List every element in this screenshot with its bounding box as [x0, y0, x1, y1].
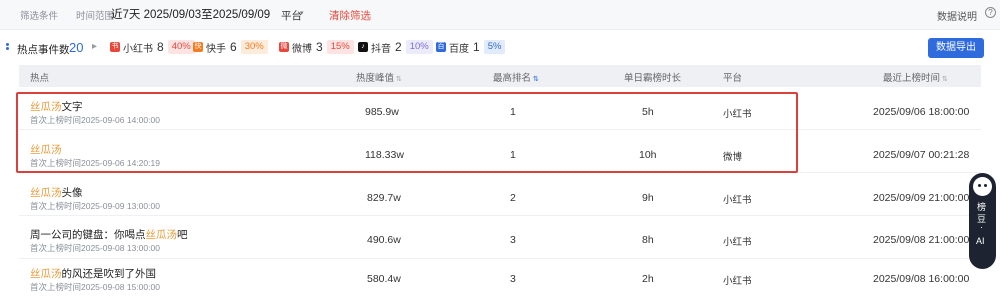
weibo-icon: 微: [279, 42, 289, 52]
platform-stat-kuaishou[interactable]: 快 快手 6 30%: [193, 39, 268, 55]
sort-icon[interactable]: ⇅: [942, 76, 948, 83]
platform-count: 6: [230, 40, 237, 54]
export-data-button[interactable]: 数据导出: [928, 38, 984, 58]
platform-name: 微博: [292, 43, 312, 55]
data-help-link[interactable]: 数据说明: [937, 8, 977, 23]
platform-value: 小红书: [723, 237, 752, 248]
ai-label-4: AI: [976, 236, 985, 246]
filter-label: 筛选条件: [20, 11, 59, 22]
table-row: [19, 173, 981, 216]
header-rank[interactable]: 最高排名 ⇅: [493, 70, 539, 84]
arrow-right-icon: ▸: [92, 41, 98, 52]
topic-title[interactable]: 周一公司的键盘：你喝点丝瓜汤吧: [30, 227, 188, 242]
ai-label-3: ·: [980, 222, 983, 232]
last-time-value: 2025/09/09 21:00:00: [873, 192, 970, 204]
heat-value: 490.6w: [367, 234, 401, 246]
header-heat[interactable]: 热度峰值 ⇅: [356, 70, 402, 84]
last-time-value: 2025/09/06 18:00:00: [873, 106, 970, 118]
platform-percent: 10%: [405, 40, 433, 54]
caret-down-icon[interactable]: ▾: [300, 9, 304, 17]
header-last-time[interactable]: 最近上榜时间 ⇅: [883, 70, 948, 84]
last-time-value: 2025/09/08 21:00:00: [873, 234, 970, 246]
first-seen-time: 首次上榜时间2025-09-08 15:00:00: [30, 282, 160, 292]
duration-value: 2h: [642, 273, 654, 285]
platform-count: 1: [473, 40, 480, 54]
platform-name: 百度: [449, 43, 469, 55]
platform-value: 小红书: [723, 195, 752, 206]
platform-percent: 30%: [240, 40, 268, 54]
platform-count: 8: [157, 40, 164, 54]
last-time-value: 2025/09/08 16:00:00: [873, 273, 970, 285]
sort-icon[interactable]: ⇅: [396, 76, 402, 83]
table-row: [19, 259, 981, 299]
first-seen-time: 首次上榜时间2025-09-09 13:00:00: [30, 201, 160, 211]
hot-event-total: 20: [69, 40, 84, 55]
sort-icon[interactable]: ⇅: [533, 76, 539, 83]
platform-count: 3: [316, 40, 323, 54]
rank-value: 3: [510, 273, 516, 285]
rank-value: 2: [510, 192, 516, 204]
baidu-icon: 百: [436, 42, 446, 52]
rank-value: 3: [510, 234, 516, 246]
help-icon[interactable]: ?: [985, 7, 996, 18]
header-platform: 平台: [723, 73, 743, 84]
heat-value: 580.4w: [367, 273, 401, 285]
topic-title[interactable]: 丝瓜汤的风还是吹到了外国: [30, 266, 156, 281]
time-range-label: 时间范围: [76, 11, 115, 22]
clear-filter-button[interactable]: 清除筛选: [329, 8, 371, 23]
chevron-down-icon[interactable]: ⌄: [243, 8, 250, 17]
platform-percent: 15%: [326, 40, 354, 54]
topic-title[interactable]: 丝瓜汤头像: [30, 185, 83, 200]
last-time-value: 2025/09/07 00:21:28: [873, 149, 970, 161]
hot-event-count-label: 热点事件数: [17, 44, 70, 56]
heat-value: 829.7w: [367, 192, 401, 204]
platform-percent: 5%: [483, 40, 506, 54]
xiaohongshu-icon: 书: [110, 42, 120, 52]
summary-marker-icon: [6, 43, 10, 53]
platform-name: 抖音: [371, 43, 391, 55]
platform-percent: 40%: [167, 40, 195, 54]
platform-name: 小红书: [123, 43, 153, 55]
kuaishou-icon: 快: [193, 42, 203, 52]
platform-count: 2: [395, 40, 402, 54]
header-topic: 热点: [30, 73, 50, 84]
platform-filter[interactable]: 平台: [281, 8, 302, 23]
highlight-box: [16, 92, 798, 173]
platform-stat-weibo[interactable]: 微 微博 3 15%: [279, 39, 354, 55]
header-duration: 单日霸榜时长: [624, 73, 682, 84]
duration-value: 8h: [642, 234, 654, 246]
robot-face-icon[interactable]: [973, 177, 992, 196]
platform-stat-xiaohongshu[interactable]: 书 小红书 8 40%: [110, 39, 195, 55]
platform-name: 快手: [206, 43, 226, 55]
douyin-icon: ♪: [358, 42, 368, 52]
platform-value: 小红书: [723, 276, 752, 287]
platform-stat-baidu[interactable]: 百 百度 1 5%: [436, 39, 506, 55]
platform-stat-douyin[interactable]: ♪ 抖音 2 10%: [358, 39, 433, 55]
duration-value: 9h: [642, 192, 654, 204]
first-seen-time: 首次上榜时间2025-09-08 13:00:00: [30, 243, 160, 253]
